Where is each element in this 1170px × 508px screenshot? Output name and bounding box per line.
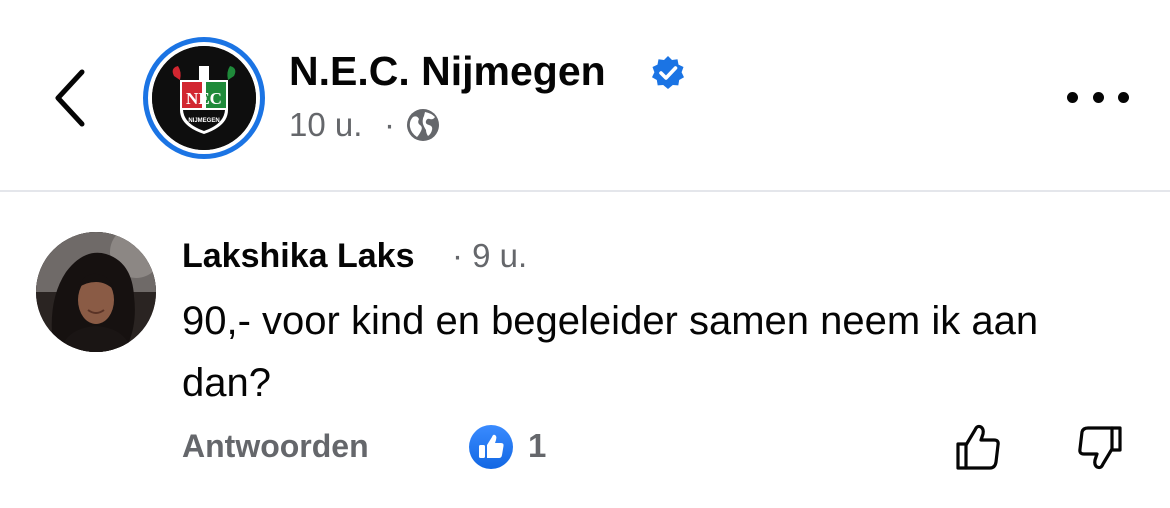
commenter-avatar[interactable] xyxy=(36,232,156,352)
chevron-left-icon xyxy=(55,69,85,127)
nec-logo: NEC NIJMEGEN xyxy=(152,46,256,150)
more-options-icon xyxy=(1118,91,1129,103)
back-button[interactable] xyxy=(40,60,100,136)
svg-text:NEC: NEC xyxy=(186,89,222,108)
like-reaction-icon[interactable] xyxy=(468,424,514,470)
comment-text: 90,- voor kind en begeleider samen neem … xyxy=(182,299,1039,405)
thumbs-up-icon[interactable] xyxy=(950,418,1006,474)
globe-icon xyxy=(407,109,439,141)
svg-text:NIJMEGEN: NIJMEGEN xyxy=(188,118,219,124)
thumbs-down-icon[interactable] xyxy=(1072,420,1128,476)
page-avatar[interactable]: NEC NIJMEGEN xyxy=(143,37,265,159)
comment-author-name[interactable]: Lakshika Laks xyxy=(182,235,414,277)
header-divider xyxy=(0,190,1170,192)
post-timestamp: 10 u. xyxy=(289,106,363,143)
post-header: NEC NIJMEGEN N.E.C. Nijmegen 10 u. · xyxy=(0,0,1170,190)
commenter-photo xyxy=(36,232,156,352)
more-options-icon xyxy=(1092,91,1104,103)
page-name-link[interactable]: N.E.C. Nijmegen xyxy=(289,46,606,96)
more-options-icon xyxy=(1067,91,1078,103)
meta-separator: · xyxy=(384,106,395,143)
more-options-button[interactable] xyxy=(1063,80,1133,114)
reply-button[interactable]: Antwoorden xyxy=(182,425,369,467)
verified-badge-icon xyxy=(652,56,684,89)
comment-timestamp: · 9 u. xyxy=(452,237,528,274)
like-count: 1 xyxy=(528,427,547,464)
